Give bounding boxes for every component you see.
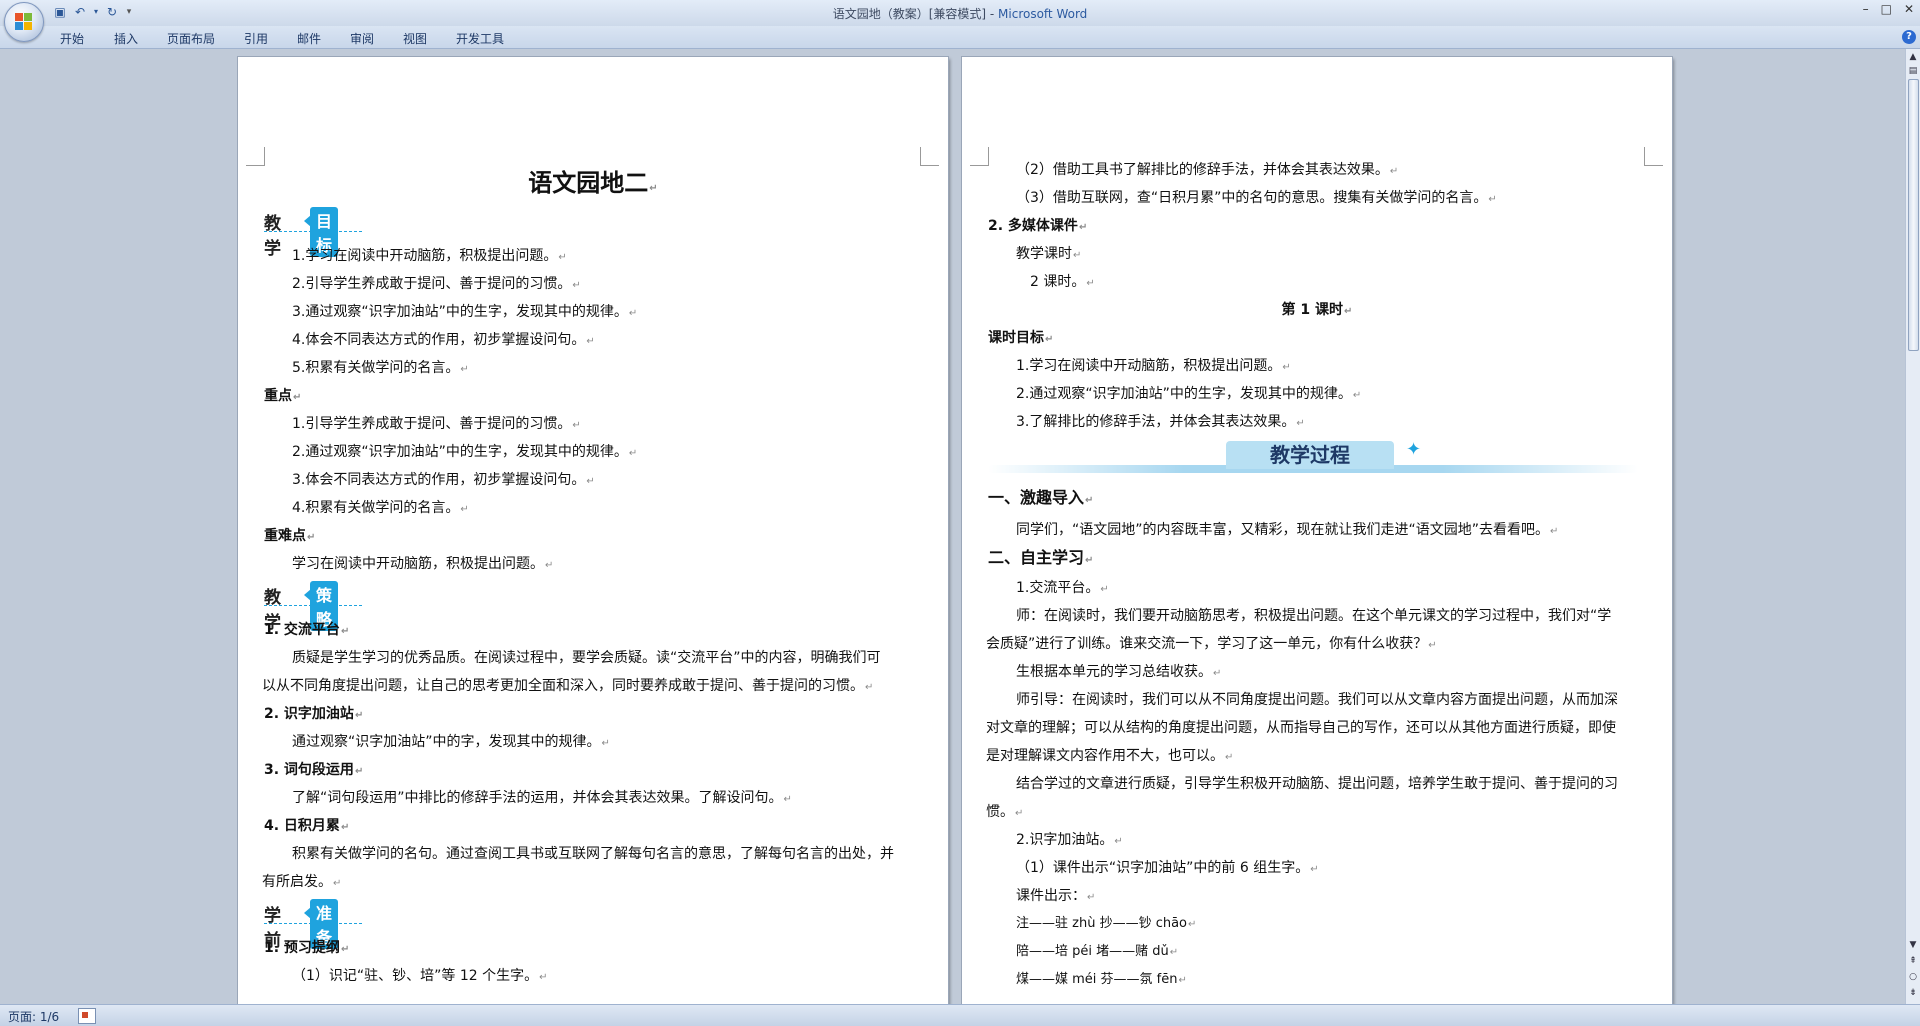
sparkle-icon: ✦ — [1406, 439, 1422, 460]
office-button[interactable] — [4, 2, 44, 42]
macro-record-icon[interactable] — [78, 1008, 96, 1024]
title-bar: ▣ ↶ ▾ ↻ ▾ 语文园地（教案）[兼容模式] - Microsoft Wor… — [0, 0, 1920, 26]
subheading: 2. 多媒体课件↵ — [988, 218, 1088, 234]
teaching-process-banner: 教学过程 ✦ — [988, 439, 1638, 481]
vertical-scrollbar[interactable]: ▲ ▤ ▼ ⇞ ○ ⇟ — [1905, 49, 1920, 1004]
status-bar: 页面: 1/6 — [0, 1004, 1920, 1026]
ruler-toggle-icon[interactable]: ▤ — [1907, 65, 1919, 77]
section-heading: 一、激趣导入↵ — [988, 488, 1094, 507]
section-heading: 二、自主学习↵ — [988, 548, 1094, 567]
browse-object-icon[interactable]: ○ — [1907, 971, 1919, 983]
paragraph: 师引导：在阅读时，我们可以从不同角度提出问题。我们可以从文章内容方面提出问题，从… — [1016, 692, 1618, 708]
scroll-thumb[interactable] — [1908, 79, 1919, 351]
window-title: 语文园地（教案）[兼容模式] - Microsoft Word — [0, 5, 1920, 22]
subheading: 1. 预习提纲↵ — [264, 940, 350, 956]
ribbon-tab-bar: 开始 插入 页面布局 引用 邮件 审阅 视图 开发工具 ? — [0, 26, 1920, 49]
paragraph: 师：在阅读时，我们要开动脑筋思考，积极提出问题。在这个单元课文的学习过程中，我们… — [1016, 608, 1612, 624]
tab-view[interactable]: 视图 — [403, 30, 427, 47]
margin-mark — [1644, 147, 1663, 166]
subheading: 4. 日积月累↵ — [264, 818, 350, 834]
paragraph: （1）课件出示“识字加油站”中的前 6 组生字。↵ — [1016, 860, 1319, 876]
paragraph: 4.积累有关做学问的名言。↵ — [292, 500, 469, 516]
paragraph: 1.学习在阅读中开动脑筋，积极提出问题。↵ — [1016, 358, 1291, 374]
paragraph: 惯。↵ — [986, 804, 1024, 820]
paragraph: （1）识记“驻、钞、培”等 12 个生字。↵ — [292, 968, 548, 984]
paragraph: 3.通过观察“识字加油站”中的生字，发现其中的规律。↵ — [292, 304, 638, 320]
paragraph: 是对理解课文内容作用不大，也可以。↵ — [986, 748, 1234, 764]
paragraph: 2 课时。↵ — [1030, 274, 1095, 290]
paragraph: 1.引导学生养成敢于提问、善于提问的习惯。↵ — [292, 416, 581, 432]
tab-page-layout[interactable]: 页面布局 — [167, 30, 215, 47]
document-page-2[interactable]: （2）借助工具书了解排比的修辞手法，并体会其表达效果。↵ （3）借助互联网，查“… — [962, 57, 1672, 1004]
minimize-button[interactable]: – — [1863, 2, 1869, 16]
office-logo-icon — [15, 13, 33, 31]
page-indicator[interactable]: 页面: 1/6 — [8, 1008, 59, 1025]
subheading: 1. 交流平台↵ — [264, 622, 350, 638]
document-name: 语文园地（教案）[兼容模式] — [832, 7, 987, 21]
paragraph: 结合学过的文章进行质疑，引导学生积极开动脑筋、提出问题，培养学生敢于提问、善于提… — [1016, 776, 1618, 792]
scroll-up-icon[interactable]: ▲ — [1907, 51, 1919, 63]
paragraph: 积累有关做学问的名句。通过查阅工具书或互联网了解每句名言的意思，了解每句名言的出… — [292, 846, 894, 862]
close-button[interactable]: ✕ — [1904, 2, 1914, 16]
paragraph: 以从不同角度提出问题，让自己的思考更加全面和深入，同时要养成敢于提问、善于提问的… — [262, 678, 874, 694]
paragraph: 生根据本单元的学习总结收获。↵ — [1016, 664, 1222, 680]
paragraph: 2.识字加油站。↵ — [1016, 832, 1123, 848]
tab-review[interactable]: 审阅 — [350, 30, 374, 47]
maximize-button[interactable]: □ — [1881, 2, 1892, 16]
scroll-down-icon[interactable]: ▼ — [1907, 939, 1919, 951]
paragraph: 对文章的理解；可以从结构的角度提出问题，从而指导自己的写作，还可以从其他方面进行… — [986, 720, 1616, 736]
window-controls: – □ ✕ — [1863, 2, 1914, 16]
tab-mailings[interactable]: 邮件 — [297, 30, 321, 47]
subheading: 重点↵ — [264, 388, 302, 404]
previous-page-icon[interactable]: ⇞ — [1907, 955, 1919, 967]
paragraph: （3）借助互联网，查“日积月累”中的名句的意思。搜集有关做学问的名言。↵ — [1016, 190, 1497, 206]
paragraph: 有所启发。↵ — [262, 874, 342, 890]
paragraph: 质疑是学生学习的优秀品质。在阅读过程中，要学会质疑。读“交流平台”中的内容，明确… — [292, 650, 881, 666]
tab-references[interactable]: 引用 — [244, 30, 268, 47]
paragraph: 1.交流平台。↵ — [1016, 580, 1109, 596]
document-title: 语文园地二↵ — [528, 169, 658, 197]
paragraph: 3.了解排比的修辞手法，并体会其表达效果。↵ — [1016, 414, 1305, 430]
subheading: 课时目标↵ — [988, 330, 1054, 346]
paragraph: 4.体会不同表达方式的作用，初步掌握设问句。↵ — [292, 332, 595, 348]
paragraph: 2.通过观察“识字加油站”中的生字，发现其中的规律。↵ — [292, 444, 638, 460]
paragraph: 同学们，“语文园地”的内容既丰富，又精彩，现在就让我们走进“语文园地”去看看吧。… — [1016, 522, 1559, 538]
tab-home[interactable]: 开始 — [60, 30, 84, 47]
paragraph: 1.学习在阅读中开动脑筋，积极提出问题。↵ — [292, 248, 567, 264]
lesson-heading: 第 1 课时↵ — [1281, 302, 1353, 318]
tab-developer[interactable]: 开发工具 — [456, 30, 504, 47]
help-icon[interactable]: ? — [1902, 30, 1916, 44]
margin-mark — [970, 147, 989, 166]
paragraph: 教学课时↵ — [1016, 246, 1082, 262]
paragraph: 陪——培 péi 堵——赌 dǔ↵ — [1016, 944, 1179, 959]
title-separator: - — [986, 7, 999, 21]
subheading: 2. 识字加油站↵ — [264, 706, 364, 722]
paragraph: 学习在阅读中开动脑筋，积极提出问题。↵ — [292, 556, 554, 572]
subheading: 重难点↵ — [264, 528, 316, 544]
paragraph: 课件出示：↵ — [1016, 888, 1096, 904]
paragraph: （2）借助工具书了解排比的修辞手法，并体会其表达效果。↵ — [1016, 162, 1399, 178]
document-workspace: 语文园地二↵ 教学 目标 1.学习在阅读中开动脑筋，积极提出问题。↵ 2.引导学… — [0, 49, 1906, 1004]
subheading: 3. 词句段运用↵ — [264, 762, 364, 778]
paragraph: 2.通过观察“识字加油站”中的生字，发现其中的规律。↵ — [1016, 386, 1362, 402]
paragraph: 了解“词句段运用”中排比的修辞手法的运用，并体会其表达效果。了解设问句。↵ — [292, 790, 792, 806]
paragraph: 2.引导学生养成敢于提问、善于提问的习惯。↵ — [292, 276, 581, 292]
application-name: Microsoft Word — [998, 7, 1088, 21]
document-page-1[interactable]: 语文园地二↵ 教学 目标 1.学习在阅读中开动脑筋，积极提出问题。↵ 2.引导学… — [238, 57, 948, 1004]
paragraph: 5.积累有关做学问的名言。↵ — [292, 360, 469, 376]
paragraph: 通过观察“识字加油站”中的字，发现其中的规律。↵ — [292, 734, 610, 750]
paragraph: 煤——媒 méi 芬——氛 fēn↵ — [1016, 972, 1187, 987]
tab-insert[interactable]: 插入 — [114, 30, 138, 47]
paragraph: 会质疑”进行了训练。谁来交流一下，学习了这一单元，你有什么收获？↵ — [986, 636, 1437, 652]
next-page-icon[interactable]: ⇟ — [1907, 987, 1919, 999]
paragraph: 注——驻 zhù 抄——钞 chāo↵ — [1016, 916, 1197, 931]
paragraph: 3.体会不同表达方式的作用，初步掌握设问句。↵ — [292, 472, 595, 488]
